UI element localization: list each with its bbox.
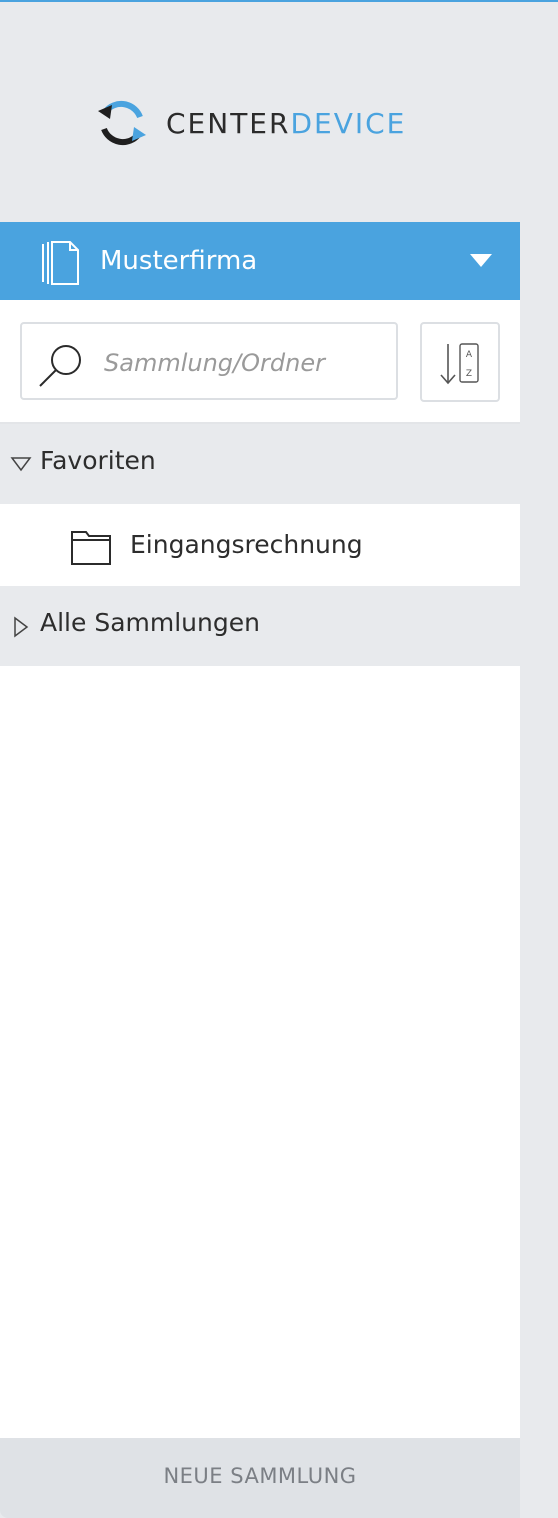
favorites-label: Favoriten [40,446,156,475]
search-icon [39,345,81,387]
sort-button[interactable]: A Z [420,322,500,402]
svg-text:Z: Z [466,369,472,379]
folder-icon [71,531,111,565]
logo-text: CENTERDEVICE [166,107,406,140]
svg-text:A: A [466,350,473,360]
documents-icon [42,241,79,285]
favorites-section-header[interactable]: Favoriten [0,424,520,506]
logo-text-center: CENTER [166,106,291,140]
new-collection-label: NEUE SAMMLUNG [163,1464,357,1488]
new-collection-button[interactable]: NEUE SAMMLUNG [0,1438,520,1518]
sort-az-icon: A Z [440,343,479,385]
list-item-label: Eingangsrechnung [130,530,363,559]
triangle-down-icon [10,457,32,472]
list-item-eingangsrechnung[interactable]: Eingangsrechnung [0,506,520,586]
sidebar: CENTERDEVICE Musterfirma A [0,2,520,1518]
caret-down-icon[interactable] [470,254,492,268]
organization-name: Musterfirma [100,246,258,276]
search-box[interactable] [20,322,398,400]
logo-icon [98,100,146,146]
collection-list-area [0,666,520,1438]
all-collections-label: Alle Sammlungen [40,608,260,637]
search-area: A Z [0,300,520,424]
logo-text-device: DEVICE [290,106,407,140]
triangle-right-icon [14,616,29,638]
organization-selector[interactable]: Musterfirma [0,222,520,300]
search-input[interactable] [102,342,386,384]
all-collections-section-header[interactable]: Alle Sammlungen [0,586,520,666]
logo: CENTERDEVICE [94,94,406,152]
